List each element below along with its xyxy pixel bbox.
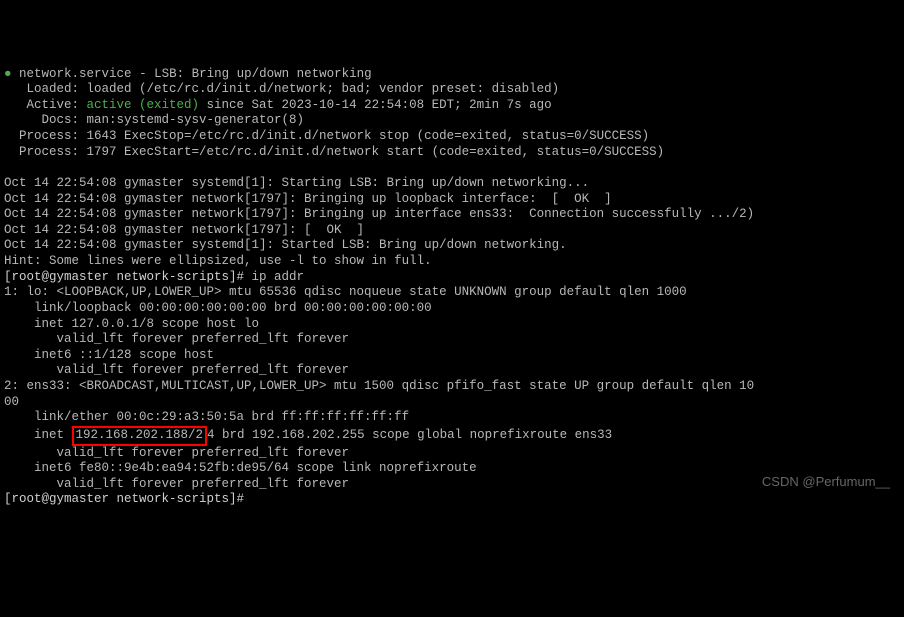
active-status: active (exited): [87, 98, 200, 112]
ipaddr-line: link/ether 00:0c:29:a3:50:5a brd ff:ff:f…: [4, 410, 900, 426]
hint-line: Hint: Some lines were ellipsized, use -l…: [4, 254, 900, 270]
log-line: Oct 14 22:54:08 gymaster network[1797]: …: [4, 192, 900, 208]
ipaddr-line: 00: [4, 395, 900, 411]
ipaddr-line: valid_lft forever preferred_lft forever: [4, 363, 900, 379]
prompt-line: [root@gymaster network-scripts]# ip addr: [4, 270, 900, 286]
header-line: ● network.service - LSB: Bring up/down n…: [4, 67, 900, 83]
prompt: [root@gymaster network-scripts]#: [4, 270, 244, 284]
log-line: Oct 14 22:54:08 gymaster network[1797]: …: [4, 223, 900, 239]
service-desc: - LSB: Bring up/down networking: [132, 67, 372, 81]
ipaddr-line: link/loopback 00:00:00:00:00:00 brd 00:0…: [4, 301, 900, 317]
loaded-line: Loaded: loaded (/etc/rc.d/init.d/network…: [4, 82, 900, 98]
blank-line: [4, 160, 900, 176]
process-line: Process: 1643 ExecStop=/etc/rc.d/init.d/…: [4, 129, 900, 145]
service-name: network.service: [19, 67, 132, 81]
watermark: CSDN @Perfumum__: [762, 474, 890, 490]
docs-line: Docs: man:systemd-sysv-generator(8): [4, 113, 900, 129]
ipaddr-line: inet6 ::1/128 scope host: [4, 348, 900, 364]
status-bullet: ●: [4, 67, 12, 81]
terminal-output[interactable]: ● network.service - LSB: Bring up/down n…: [4, 67, 900, 509]
ipaddr-line: inet 127.0.0.1/8 scope host lo: [4, 317, 900, 333]
ipaddr-line: valid_lft forever preferred_lft forever: [4, 446, 900, 462]
prompt: [root@gymaster network-scripts]#: [4, 492, 244, 506]
active-line: Active: active (exited) since Sat 2023-1…: [4, 98, 900, 114]
command-input: ip addr: [244, 270, 304, 284]
log-line: Oct 14 22:54:08 gymaster network[1797]: …: [4, 207, 900, 223]
highlighted-ip-box: 192.168.202.188/2: [72, 426, 208, 446]
ipaddr-line: 2: ens33: <BROADCAST,MULTICAST,UP,LOWER_…: [4, 379, 900, 395]
log-line: Oct 14 22:54:08 gymaster systemd[1]: Sta…: [4, 176, 900, 192]
ipaddr-line: 1: lo: <LOOPBACK,UP,LOWER_UP> mtu 65536 …: [4, 285, 900, 301]
log-line: Oct 14 22:54:08 gymaster systemd[1]: Sta…: [4, 238, 900, 254]
highlighted-ip-line: inet 192.168.202.188/24 brd 192.168.202.…: [4, 426, 900, 446]
process-line: Process: 1797 ExecStart=/etc/rc.d/init.d…: [4, 145, 900, 161]
ipaddr-line: valid_lft forever preferred_lft forever: [4, 332, 900, 348]
prompt-line: [root@gymaster network-scripts]#: [4, 492, 900, 508]
